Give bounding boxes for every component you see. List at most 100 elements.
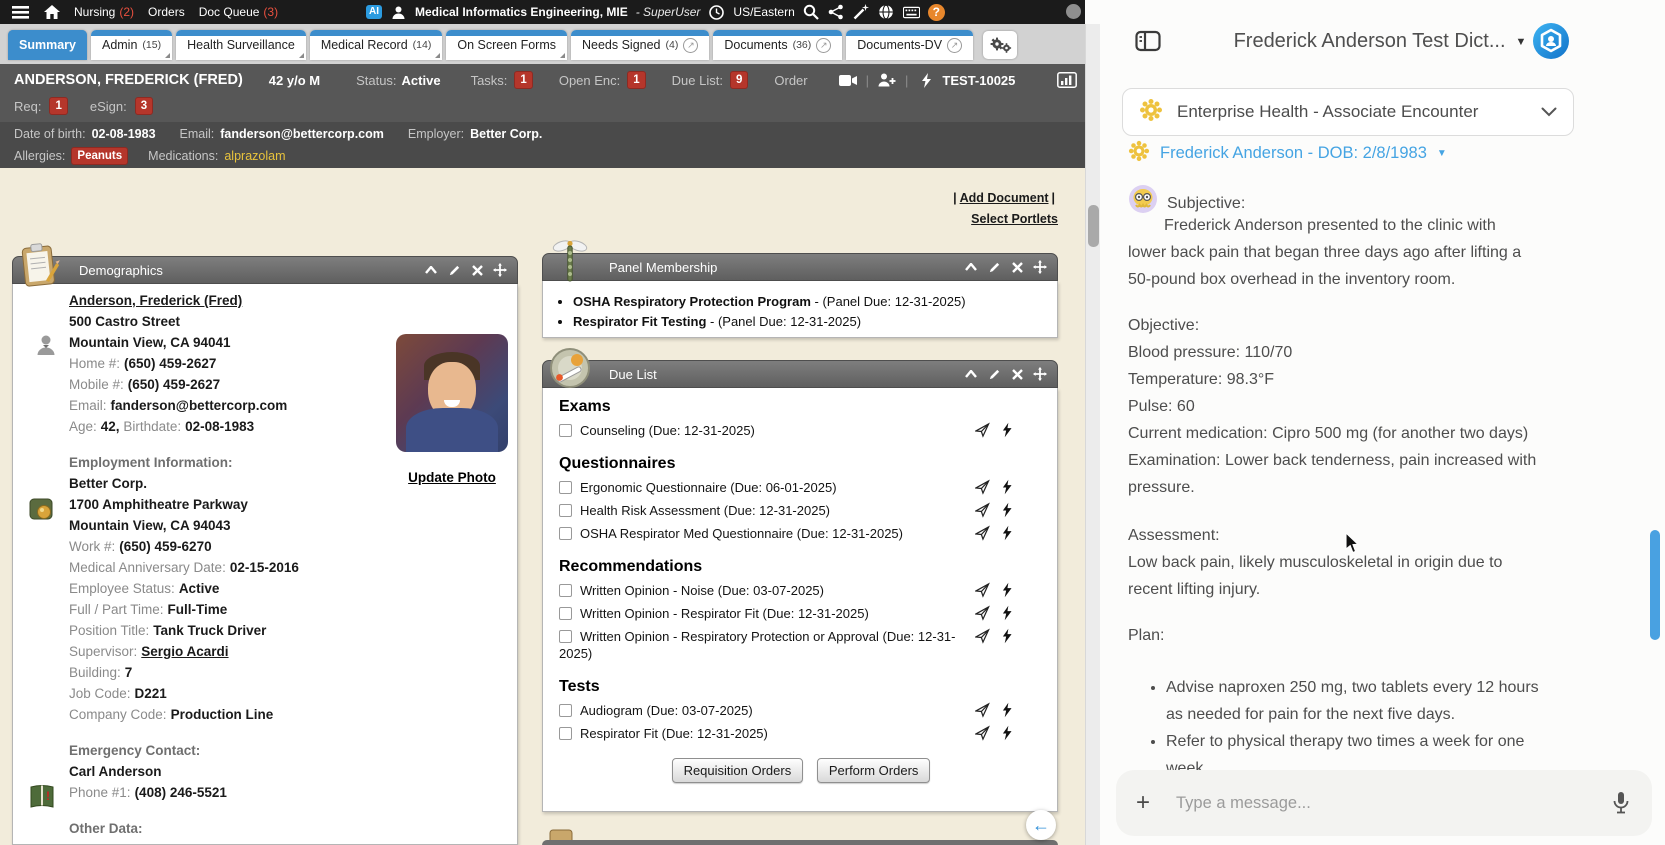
portlet-header[interactable]: Due List bbox=[542, 360, 1058, 388]
send-order-icon[interactable] bbox=[975, 479, 990, 495]
external-link-icon[interactable]: ↗ bbox=[683, 37, 699, 53]
keyboard-icon[interactable] bbox=[902, 4, 920, 21]
checkbox[interactable] bbox=[559, 504, 572, 517]
sidebar-toggle-icon[interactable] bbox=[1135, 28, 1161, 54]
tab-needs-signed[interactable]: Needs Signed (4) ↗ bbox=[570, 30, 710, 60]
move-icon[interactable] bbox=[493, 263, 507, 277]
external-link-icon[interactable]: ↗ bbox=[816, 37, 832, 53]
perform-order-icon[interactable] bbox=[1002, 479, 1017, 495]
order-link[interactable]: Order bbox=[774, 73, 807, 88]
share-icon[interactable] bbox=[828, 4, 845, 21]
tab-health-surveillance[interactable]: Health Surveillance bbox=[176, 30, 306, 60]
tab-admin[interactable]: Admin (15) bbox=[90, 30, 173, 60]
checkbox[interactable] bbox=[559, 584, 572, 597]
microphone-icon[interactable] bbox=[1610, 791, 1632, 815]
update-photo-link[interactable]: Update Photo bbox=[396, 470, 508, 485]
chart-stats-icon[interactable] bbox=[1057, 72, 1077, 88]
send-order-icon[interactable] bbox=[975, 702, 990, 718]
send-order-icon[interactable] bbox=[975, 422, 990, 438]
tab-medical-record[interactable]: Medical Record (14) bbox=[309, 30, 443, 60]
ai-badge[interactable]: AI bbox=[366, 5, 382, 19]
attach-plus-button[interactable]: + bbox=[1136, 791, 1150, 815]
collapse-panel-button[interactable]: ← bbox=[1026, 810, 1056, 840]
medication-value[interactable]: alprazolam bbox=[224, 149, 285, 163]
req-count-badge[interactable]: 1 bbox=[49, 97, 68, 115]
checkbox[interactable] bbox=[559, 424, 572, 437]
requisition-orders-button[interactable]: Requisition Orders bbox=[671, 758, 804, 783]
top-navbar: Nursing (2) Orders Doc Queue (3) AI Medica… bbox=[0, 0, 1085, 24]
tab-settings-button[interactable] bbox=[983, 31, 1018, 59]
add-person-icon[interactable] bbox=[877, 72, 897, 88]
navbar-avatar[interactable] bbox=[1066, 4, 1081, 19]
portlet-header[interactable]: Demographics bbox=[12, 256, 518, 284]
ehr-scrollbar[interactable] bbox=[1085, 24, 1100, 845]
conversation-title[interactable]: Frederick Anderson Test Dict... ▼ bbox=[1180, 30, 1580, 53]
edit-icon[interactable] bbox=[447, 263, 461, 277]
edit-icon[interactable] bbox=[987, 260, 1001, 274]
perform-order-icon[interactable] bbox=[1002, 605, 1017, 621]
nav-orders[interactable]: Orders bbox=[148, 5, 185, 19]
tab-on-screen-forms[interactable]: On Screen Forms bbox=[446, 30, 567, 60]
help-icon[interactable]: ? bbox=[927, 3, 945, 21]
wand-icon[interactable] bbox=[853, 4, 870, 21]
perform-order-icon[interactable] bbox=[1002, 582, 1017, 598]
add-document-link[interactable]: Add Document bbox=[960, 191, 1049, 205]
perform-order-icon[interactable] bbox=[1002, 525, 1017, 541]
collapse-icon[interactable] bbox=[964, 367, 978, 381]
perform-orders-button[interactable]: Perform Orders bbox=[816, 758, 931, 783]
send-order-icon[interactable] bbox=[975, 525, 990, 541]
checkbox[interactable] bbox=[559, 630, 572, 643]
select-portlets-link[interactable]: Select Portlets bbox=[971, 212, 1058, 226]
nav-nursing[interactable]: Nursing (2) bbox=[74, 5, 134, 19]
send-order-icon[interactable] bbox=[975, 725, 990, 741]
checkbox[interactable] bbox=[559, 527, 572, 540]
globe-icon[interactable] bbox=[878, 4, 895, 21]
collapse-icon[interactable] bbox=[424, 263, 438, 277]
nav-doc-queue[interactable]: Doc Queue (3) bbox=[199, 5, 278, 19]
app-logo-icon[interactable] bbox=[1532, 22, 1570, 60]
tasks-count-badge[interactable]: 1 bbox=[514, 71, 533, 89]
portlet-header[interactable]: Panel Membership bbox=[542, 253, 1058, 281]
timezone[interactable]: US/Eastern bbox=[733, 5, 794, 19]
external-link-icon[interactable]: ↗ bbox=[947, 37, 963, 53]
tab-summary[interactable]: Summary bbox=[8, 30, 87, 60]
search-icon[interactable] bbox=[803, 4, 820, 21]
move-icon[interactable] bbox=[1033, 367, 1047, 381]
allergy-badge[interactable]: Peanuts bbox=[71, 147, 129, 165]
due-list-count-badge[interactable]: 9 bbox=[729, 71, 749, 89]
checkbox[interactable] bbox=[559, 704, 572, 717]
patient-context-link[interactable]: Frederick Anderson - DOB: 2/8/1983 ▼ bbox=[1128, 140, 1447, 167]
encounter-select[interactable]: Enterprise Health - Associate Encounter bbox=[1122, 88, 1574, 136]
edit-icon[interactable] bbox=[987, 367, 1001, 381]
tab-documents-dv[interactable]: Documents-DV ↗ bbox=[846, 30, 974, 60]
send-order-icon[interactable] bbox=[975, 628, 990, 644]
close-icon[interactable] bbox=[470, 263, 484, 277]
checkbox[interactable] bbox=[559, 607, 572, 620]
message-input[interactable] bbox=[1176, 793, 1610, 813]
move-icon[interactable] bbox=[1033, 260, 1047, 274]
video-camera-icon[interactable] bbox=[838, 72, 858, 88]
checkbox[interactable] bbox=[559, 481, 572, 494]
collapse-icon[interactable] bbox=[964, 260, 978, 274]
tab-documents[interactable]: Documents (36) ↗ bbox=[713, 30, 843, 60]
chat-scrollbar-thumb[interactable] bbox=[1650, 530, 1660, 640]
perform-order-icon[interactable] bbox=[1002, 702, 1017, 718]
home-icon[interactable] bbox=[43, 4, 60, 21]
perform-order-icon[interactable] bbox=[1002, 628, 1017, 644]
ehr-scrollbar-thumb[interactable] bbox=[1088, 205, 1099, 247]
close-icon[interactable] bbox=[1010, 260, 1024, 274]
send-order-icon[interactable] bbox=[975, 605, 990, 621]
supervisor-link[interactable]: Sergio Acardi bbox=[141, 644, 228, 659]
open-enc-count-badge[interactable]: 1 bbox=[627, 71, 646, 89]
perform-order-icon[interactable] bbox=[1002, 502, 1017, 518]
esign-count-badge[interactable]: 3 bbox=[134, 97, 154, 115]
checkbox[interactable] bbox=[559, 727, 572, 740]
perform-order-icon[interactable] bbox=[1002, 725, 1017, 741]
send-order-icon[interactable] bbox=[975, 502, 990, 518]
close-icon[interactable] bbox=[1010, 367, 1024, 381]
lightning-icon[interactable] bbox=[916, 72, 936, 88]
menu-icon[interactable] bbox=[12, 4, 29, 21]
perform-order-icon[interactable] bbox=[1002, 422, 1017, 438]
patient-name-link[interactable]: Anderson, Frederick (Fred) bbox=[69, 293, 242, 308]
send-order-icon[interactable] bbox=[975, 582, 990, 598]
